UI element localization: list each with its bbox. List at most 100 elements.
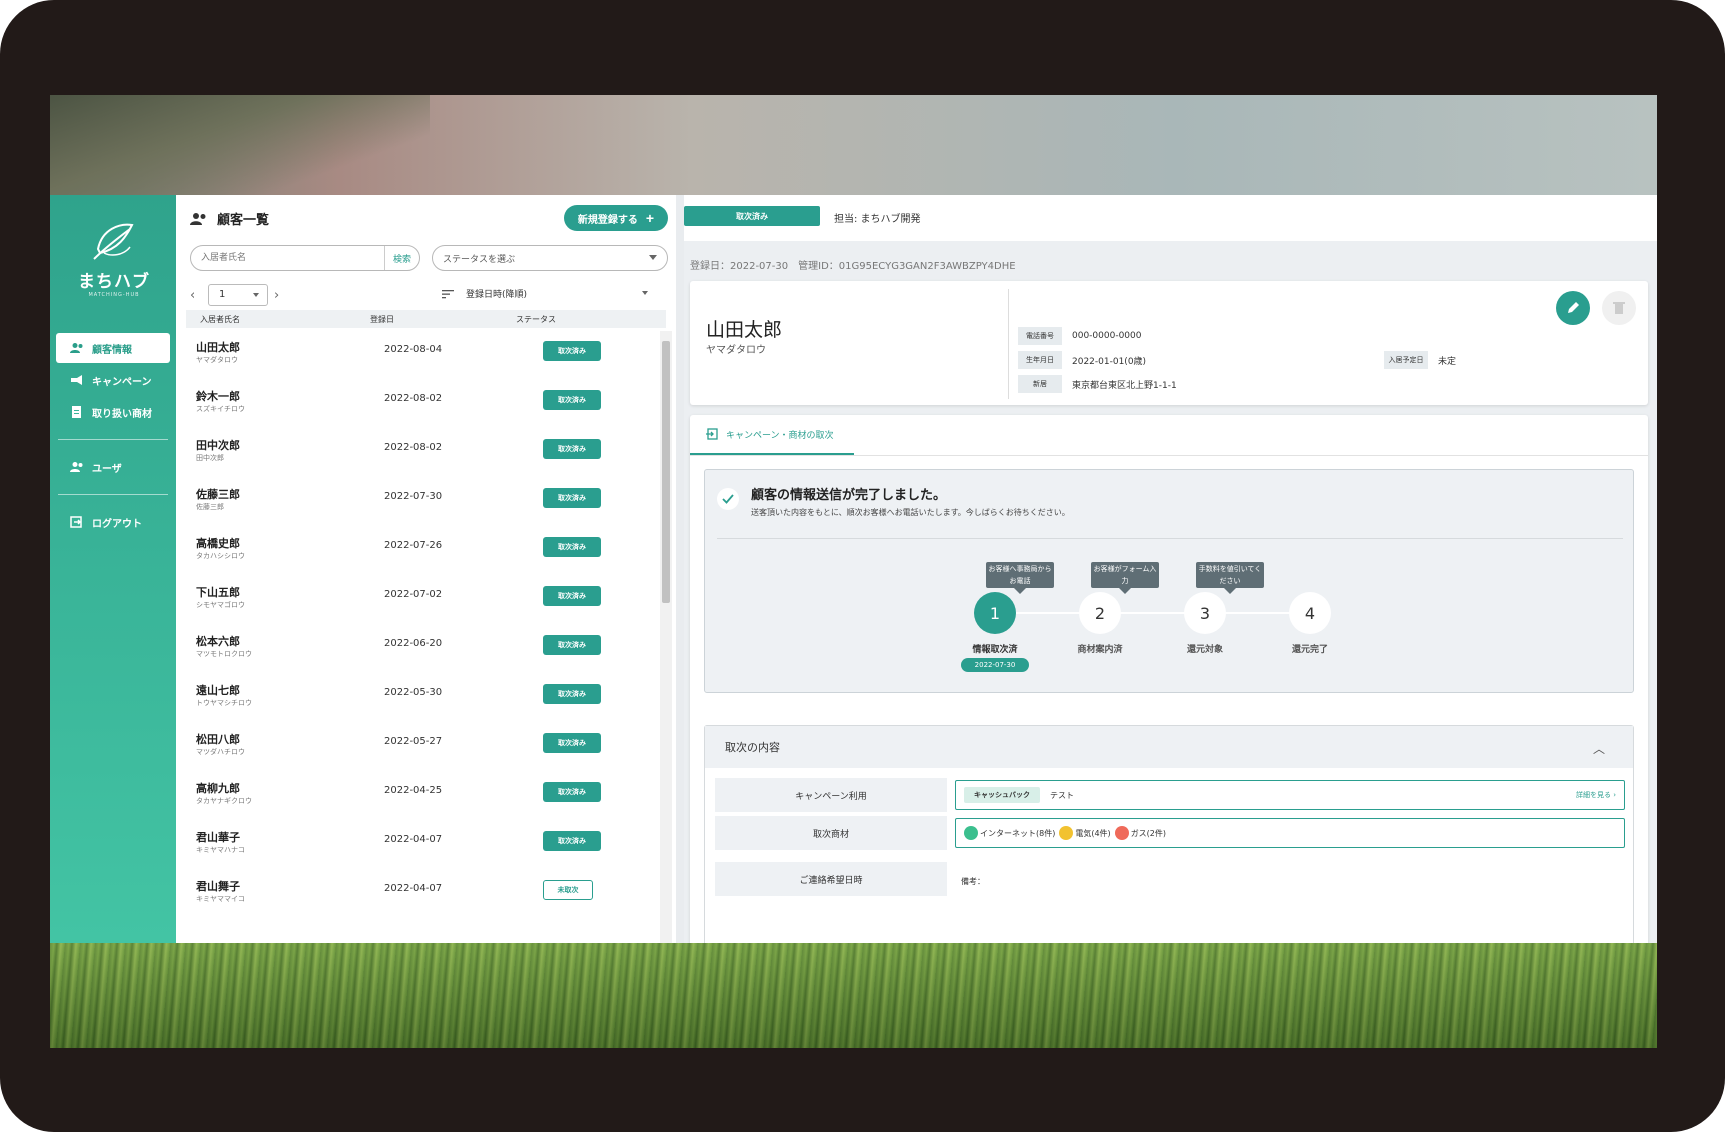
row-date: 2022-04-25 xyxy=(384,785,443,796)
row-date: 2022-04-07 xyxy=(384,834,443,845)
product-label: 取次商材 xyxy=(715,816,947,850)
field-label: 生年月日 xyxy=(1018,351,1062,369)
logo-name: まちハブ xyxy=(78,272,150,292)
sort-icon xyxy=(442,289,454,298)
movein-field: 入居予定日 未定 xyxy=(1384,351,1456,369)
status-badge: 取次済み xyxy=(543,586,601,606)
edit-button[interactable] xyxy=(1556,291,1590,325)
table-row[interactable]: 松本六郎 マツモトロクロウ 2022-06-20 取次済み xyxy=(186,625,654,671)
screen: まちハブ MATCHING-HUB 顧客情報 キャンペーン 取り扱い商材 ユーザ… xyxy=(50,95,1657,1048)
customer-list-panel: 顧客一覧 新規登録する+ 検索 ステータスを選ぶ ‹ 1 › 登録日時(降順) … xyxy=(176,195,676,943)
campaign-label: キャンペーン利用 xyxy=(715,778,947,812)
delete-button[interactable] xyxy=(1602,291,1636,325)
request-content-title: 取次の内容 xyxy=(725,741,780,754)
logo-subtitle: MATCHING-HUB xyxy=(88,292,140,298)
steps-connector xyxy=(975,612,1325,614)
step-tooltip: 手数料を値引いてください xyxy=(1196,562,1264,594)
completion-title: 顧客の情報送信が完了しました。 xyxy=(751,488,947,503)
row-kana: タカハシシロウ xyxy=(196,552,245,560)
step-date-badge: 2022-07-30 xyxy=(961,658,1029,672)
table-row[interactable]: 高橋史郎 タカハシシロウ 2022-07-26 取次済み xyxy=(186,527,654,573)
table-row[interactable]: 松田八郎 マツダハチロウ 2022-05-27 取次済み xyxy=(186,723,654,769)
table-row[interactable]: 佐藤三郎 佐藤三郎 2022-07-30 取次済み xyxy=(186,478,654,524)
sidebar-item-label: キャンペーン xyxy=(92,376,152,388)
logo: まちハブ MATCHING-HUB xyxy=(68,219,160,298)
row-name: 高柳九郎 xyxy=(196,782,240,795)
chevron-left-icon[interactable]: ‹ xyxy=(190,288,202,303)
page-select[interactable]: 1 xyxy=(208,284,268,306)
step-3: 3 xyxy=(1184,592,1226,634)
status-badge: 取次済み xyxy=(543,537,601,557)
internet-item: インターネット(8件) xyxy=(964,826,1055,840)
row-date: 2022-08-02 xyxy=(384,393,443,404)
row-kana: タカヤナギクロウ xyxy=(196,797,252,805)
row-date: 2022-04-07 xyxy=(384,883,443,894)
customer-card: 山田太郎 ヤマダタロウ 電話番号 000-0000-0000 生年月日 2022-0… xyxy=(690,281,1648,405)
row-kana: シモヤマゴロウ xyxy=(196,601,245,609)
sidebar-item-products[interactable]: 取り扱い商材 xyxy=(56,397,170,427)
address-field: 新居 東京都台東区北上野1-1-1 xyxy=(1018,375,1177,393)
field-value: 000-0000-0000 xyxy=(1072,331,1142,341)
chevron-right-icon[interactable]: › xyxy=(274,288,286,303)
sidebar-item-users[interactable]: ユーザ xyxy=(56,452,170,482)
column-header-date: 登録日 xyxy=(370,315,394,324)
table-row[interactable]: 高柳九郎 タカヤナギクロウ 2022-04-25 取次済み xyxy=(186,772,654,818)
table-row[interactable]: 田中次郎 田中次郎 2022-08-02 取次済み xyxy=(186,429,654,475)
leaf-logo-icon xyxy=(90,219,138,265)
chevron-up-icon[interactable]: ︿ xyxy=(1593,740,1605,757)
row-name: 田中次郎 xyxy=(196,439,240,452)
row-name: 松本六郎 xyxy=(196,635,240,648)
tab-divider xyxy=(690,455,1648,456)
sidebar-item-logout[interactable]: ログアウト xyxy=(56,507,170,537)
sidebar-item-label: 顧客情報 xyxy=(92,344,132,356)
sidebar-item-customers[interactable]: 顧客情報 xyxy=(56,333,170,363)
row-name: 山田太郎 xyxy=(196,341,240,354)
product-value: インターネット(8件) 電気(4件) ガス(2件) xyxy=(955,818,1625,848)
new-customer-label: 新規登録する xyxy=(577,214,638,226)
table-row[interactable]: 下山五郎 シモヤマゴロウ 2022-07-02 取次済み xyxy=(186,576,654,622)
request-content-header[interactable]: 取次の内容 ︿ xyxy=(705,726,1633,768)
users-icon xyxy=(70,462,83,472)
app-window: まちハブ MATCHING-HUB 顧客情報 キャンペーン 取り扱い商材 ユーザ… xyxy=(50,195,1657,943)
status-badge: 取次済み xyxy=(543,684,601,704)
electricity-item: 電気(4件) xyxy=(1059,826,1111,840)
users-icon xyxy=(190,213,206,225)
birth-field: 生年月日 2022-01-01(0歳) xyxy=(1018,351,1146,369)
lightbulb-icon xyxy=(1059,826,1074,840)
status-select[interactable]: ステータスを選ぶ xyxy=(432,245,668,271)
view-detail-text: 詳細を見る xyxy=(1575,791,1611,799)
document-icon xyxy=(72,406,81,418)
search-button[interactable]: 検索 xyxy=(383,246,419,270)
login-icon xyxy=(706,428,718,440)
sidebar-item-campaign[interactable]: キャンペーン xyxy=(56,365,170,395)
trash-icon xyxy=(1613,302,1625,314)
tab-campaign[interactable]: キャンペーン・商材の取次 xyxy=(690,415,854,455)
table-row[interactable]: 鈴木一郎 スズキイチロウ 2022-08-02 取次済み xyxy=(186,380,654,426)
row-kana: キミヤママイコ xyxy=(196,895,245,903)
search-input[interactable] xyxy=(191,246,384,270)
sidebar-item-label: 取り扱い商材 xyxy=(92,408,152,420)
status-badge: 未取次 xyxy=(543,880,593,900)
row-name: 高橋史郎 xyxy=(196,537,240,550)
list-title: 顧客一覧 xyxy=(190,209,269,228)
gas-item: ガス(2件) xyxy=(1114,826,1166,840)
customer-rows: 山田太郎 ヤマダタロウ 2022-08-04 取次済み 鈴木一郎 スズキイチロウ 2022… xyxy=(186,331,654,943)
table-row[interactable]: 君山舞子 キミヤママイコ 2022-04-07 未取次 xyxy=(186,870,654,916)
table-row[interactable]: 君山華子 キミヤマハナコ 2022-04-07 取次済み xyxy=(186,821,654,867)
product-text: インターネット(8件) xyxy=(980,828,1056,838)
row-name: 佐藤三郎 xyxy=(196,488,240,501)
field-value: 東京都台東区北上野1-1-1 xyxy=(1072,380,1177,391)
sort-select[interactable]: 登録日時(降順) xyxy=(442,287,648,300)
row-name: 鈴木一郎 xyxy=(196,390,240,403)
list-scrollbar[interactable] xyxy=(660,331,672,943)
new-customer-button[interactable]: 新規登録する + xyxy=(564,205,668,231)
table-row[interactable]: 山田太郎 ヤマダタロウ 2022-08-04 取次済み xyxy=(186,331,654,377)
phone-field: 電話番号 000-0000-0000 xyxy=(1018,327,1141,345)
table-row[interactable]: 遠山七郎 トウヤマシチロウ 2022-05-30 取次済み xyxy=(186,674,654,720)
step-tooltip: お客様へ事務局からお電話 xyxy=(986,562,1054,594)
row-date: 2022-07-30 xyxy=(384,491,443,502)
sort-label: 登録日時(降順) xyxy=(466,290,528,300)
row-kana: ヤマダタロウ xyxy=(196,356,238,364)
scrollbar-thumb[interactable] xyxy=(662,341,670,603)
view-detail-link[interactable]: 詳細を見る › xyxy=(1576,790,1616,800)
